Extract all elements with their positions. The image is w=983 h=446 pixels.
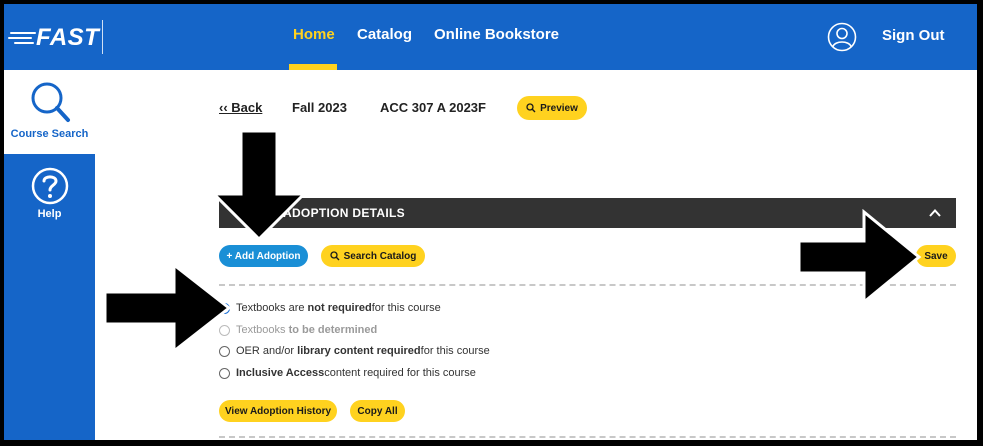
sidebar-item-course-search[interactable]: Course Search bbox=[4, 70, 95, 154]
view-adoption-history-button[interactable]: View Adoption History bbox=[219, 400, 337, 422]
radio-button[interactable] bbox=[219, 367, 230, 379]
sidebar-item-help[interactable]: Help bbox=[4, 162, 95, 232]
user-account-icon[interactable] bbox=[827, 22, 857, 52]
help-icon bbox=[31, 167, 68, 205]
option-text-bold: Inclusive Access bbox=[236, 367, 325, 379]
option-text: content required for this course bbox=[324, 367, 476, 379]
nav-active-indicator bbox=[289, 64, 337, 70]
nav-online-bookstore[interactable]: Online Bookstore bbox=[434, 26, 559, 43]
option-text-bold: library content required bbox=[297, 345, 421, 357]
option-text: Textbooks bbox=[236, 324, 286, 336]
nav-home[interactable]: Home bbox=[293, 26, 335, 43]
copy-all-button[interactable]: Copy All bbox=[350, 400, 405, 422]
option-text-bold: to be determined bbox=[288, 324, 378, 336]
radio-option-inclusive-access[interactable]: Inclusive Access content required for th… bbox=[219, 367, 476, 379]
search-icon bbox=[526, 103, 536, 113]
arrow-down-annotation bbox=[210, 129, 308, 242]
search-icon bbox=[31, 82, 70, 122]
radio-option-not-required[interactable]: Textbooks are not required for this cour… bbox=[219, 302, 441, 314]
preview-label: Preview bbox=[540, 102, 578, 114]
sidebar-item-label: Help bbox=[37, 208, 62, 220]
option-text: OER and/or bbox=[236, 345, 295, 357]
sidebar: Course Search Help bbox=[4, 70, 95, 440]
arrow-right-annotation bbox=[103, 262, 232, 354]
arrow-right-annotation bbox=[797, 209, 922, 305]
back-link[interactable]: ‹‹ Back bbox=[219, 100, 262, 115]
logo-speed-lines bbox=[8, 28, 38, 48]
preview-button[interactable]: Preview bbox=[517, 96, 587, 120]
logo-text: FAST bbox=[36, 24, 100, 51]
term-label: Fall 2023 bbox=[292, 100, 347, 115]
option-text-bold: not required bbox=[307, 302, 372, 314]
search-icon bbox=[329, 251, 340, 261]
radio-option-oer-library[interactable]: OER and/or library content required for … bbox=[219, 345, 490, 357]
divider bbox=[219, 436, 956, 438]
chevron-up-icon[interactable] bbox=[928, 206, 942, 220]
nav-catalog[interactable]: Catalog bbox=[357, 26, 412, 43]
option-text: for this course bbox=[420, 345, 490, 357]
option-text: Textbooks are bbox=[236, 302, 305, 314]
course-code-label: ACC 307 A 2023F bbox=[380, 100, 486, 115]
search-catalog-button[interactable]: Search Catalog bbox=[321, 245, 425, 267]
fast-logo[interactable]: FAST bbox=[8, 22, 99, 54]
radio-option-to-be-determined: Textbooks to be determined bbox=[219, 324, 377, 336]
add-adoption-button[interactable]: + Add Adoption bbox=[219, 245, 308, 267]
save-button[interactable]: Save bbox=[916, 245, 956, 267]
app-window: FAST Home Catalog Online Bookstore Sign … bbox=[4, 4, 977, 440]
logo-divider bbox=[102, 20, 103, 54]
search-catalog-label: Search Catalog bbox=[343, 250, 417, 262]
top-nav-bar: FAST Home Catalog Online Bookstore Sign … bbox=[4, 4, 977, 70]
sign-out-button[interactable]: Sign Out bbox=[882, 27, 945, 44]
sidebar-item-label: Course Search bbox=[10, 128, 89, 140]
option-text: for this course bbox=[371, 302, 441, 314]
